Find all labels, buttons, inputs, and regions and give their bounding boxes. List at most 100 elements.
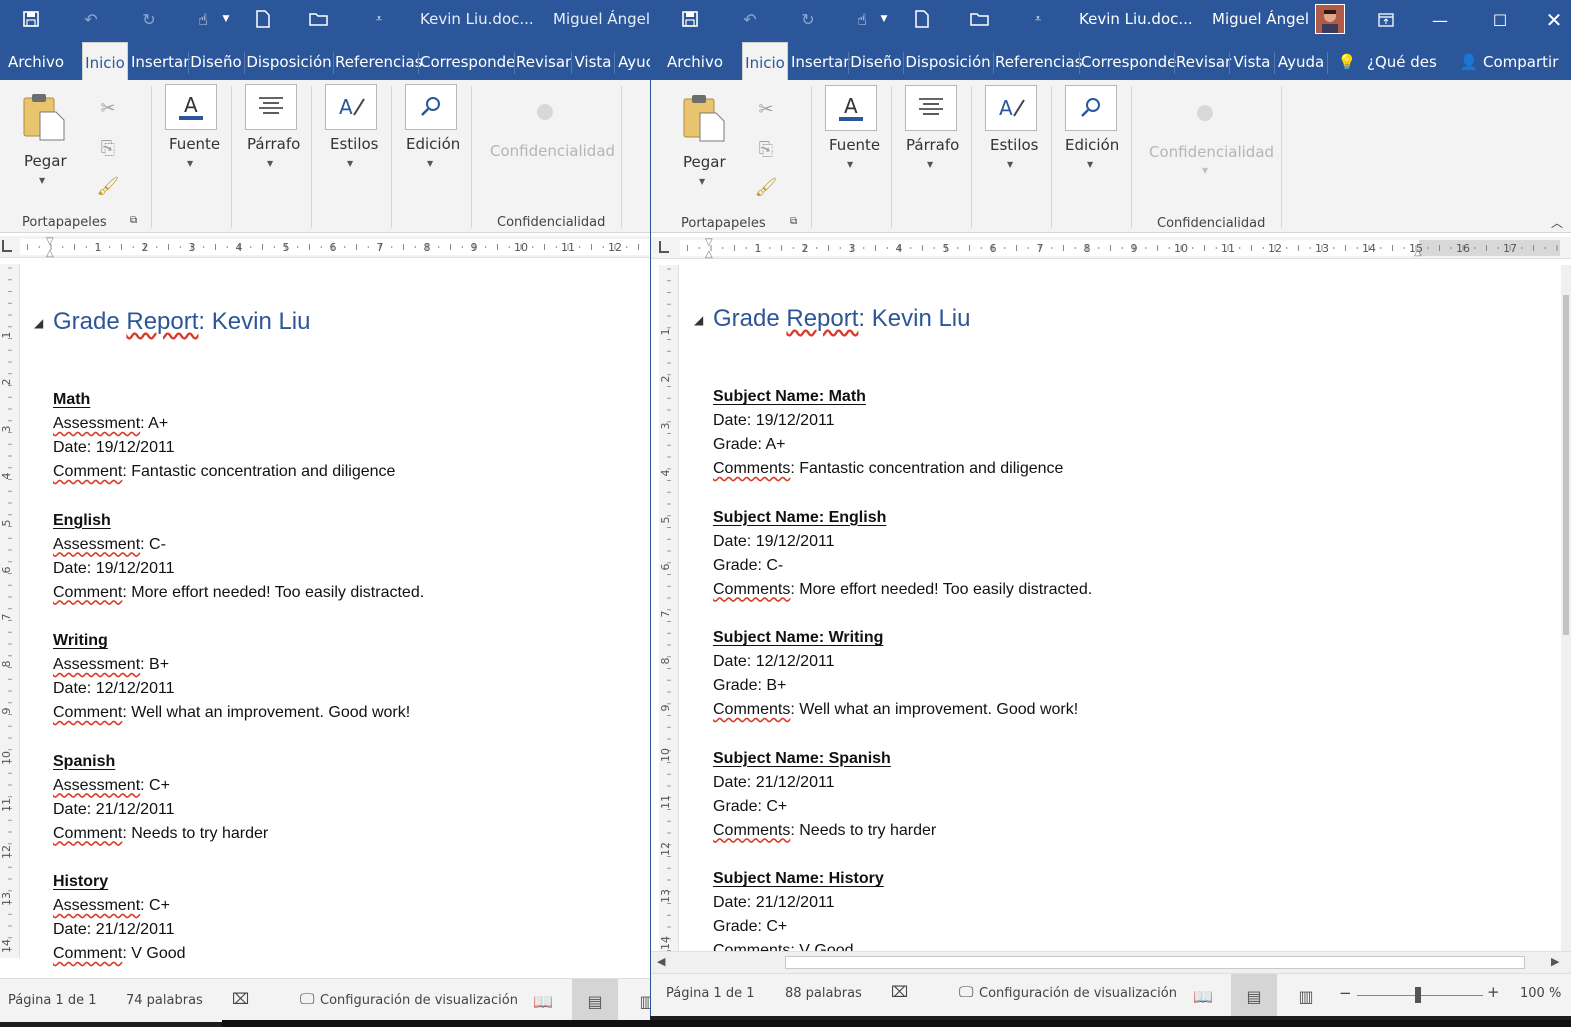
- paste-dropdown-icon[interactable]: ▼: [699, 177, 705, 186]
- customize-toolbar-icon[interactable]: ⩡: [368, 8, 390, 30]
- redo-icon[interactable]: ↻: [797, 8, 819, 30]
- paste-button-label[interactable]: Pegar: [24, 152, 67, 170]
- read-mode-icon[interactable]: 📖: [1180, 974, 1226, 1016]
- tab-revisar[interactable]: Revisar: [516, 44, 571, 80]
- subject-block[interactable]: Subject Name: Writing Date: 12/12/2011 Gra…: [713, 626, 1078, 722]
- styles-label[interactable]: Estilos: [990, 136, 1039, 154]
- collapse-heading-icon[interactable]: ◢: [694, 313, 703, 327]
- first-line-indent-marker[interactable]: ▽: [46, 236, 54, 247]
- save-icon[interactable]: [20, 8, 42, 30]
- tab-selector-icon[interactable]: [2, 240, 12, 252]
- word-count[interactable]: 88 palabras: [785, 986, 862, 1001]
- paragraph-label[interactable]: Párrafo: [906, 136, 959, 154]
- scroll-left-icon[interactable]: ◀: [657, 955, 665, 968]
- cut-icon[interactable]: ✂: [96, 96, 120, 120]
- dialog-launcher-icon[interactable]: ⧉: [790, 216, 797, 227]
- scroll-right-icon[interactable]: ▶: [1551, 955, 1559, 968]
- cut-icon[interactable]: ✂: [754, 97, 778, 121]
- font-dropdown-icon[interactable]: ▼: [847, 160, 853, 169]
- tab-vista[interactable]: Vista: [573, 44, 613, 80]
- tab-archivo[interactable]: Archivo: [4, 44, 68, 80]
- right-indent-marker[interactable]: △: [1414, 247, 1422, 258]
- left-indent-marker[interactable]: △: [705, 249, 713, 260]
- paste-button-label[interactable]: Pegar: [683, 153, 726, 171]
- paste-icon[interactable]: [682, 93, 728, 147]
- paragraph-dropdown-icon[interactable]: ▼: [267, 159, 273, 168]
- share-person-icon[interactable]: 👤: [1459, 44, 1479, 80]
- print-layout-icon[interactable]: ▤: [572, 979, 618, 1022]
- subject-block[interactable]: English Assessment: C- Date: 19/12/2011 Com…: [53, 509, 424, 605]
- tab-inicio[interactable]: Inicio: [82, 42, 128, 80]
- web-layout-icon[interactable]: ▥: [1283, 974, 1329, 1016]
- save-icon[interactable]: [679, 8, 701, 30]
- paste-dropdown-icon[interactable]: ▼: [39, 176, 45, 185]
- word-count[interactable]: 74 palabras: [126, 993, 203, 1008]
- vertical-scroll-thumb[interactable]: [1563, 295, 1569, 635]
- editing-button[interactable]: [405, 84, 457, 130]
- paragraph-dropdown-icon[interactable]: ▼: [927, 160, 933, 169]
- web-layout-icon[interactable]: ▥: [624, 979, 650, 1022]
- styles-button[interactable]: A: [985, 85, 1037, 131]
- vertical-scrollbar[interactable]: [1561, 265, 1571, 951]
- zoom-slider-thumb[interactable]: [1415, 987, 1421, 1003]
- left-indent-marker[interactable]: △: [46, 248, 54, 259]
- touch-mode-icon[interactable]: ☝: [851, 8, 873, 30]
- editing-button[interactable]: [1065, 85, 1117, 131]
- paste-icon[interactable]: [22, 92, 68, 146]
- open-folder-icon[interactable]: [969, 8, 991, 30]
- tab-disposicion[interactable]: Disposición: [246, 44, 332, 80]
- tab-vista[interactable]: Vista: [1231, 44, 1273, 80]
- collapse-ribbon-icon[interactable]: ︿: [1551, 214, 1563, 231]
- proofing-icon[interactable]: ⌧: [232, 990, 249, 1008]
- tab-archivo[interactable]: Archivo: [662, 44, 728, 80]
- styles-dropdown-icon[interactable]: ▼: [347, 159, 353, 168]
- zoom-in-icon[interactable]: +: [1487, 983, 1500, 1001]
- undo-icon[interactable]: ↶: [739, 8, 761, 30]
- tab-correspondencia[interactable]: Corresponde: [420, 44, 515, 80]
- ribbon-display-options-icon[interactable]: [1363, 0, 1409, 40]
- zoom-level[interactable]: 100 %: [1520, 986, 1561, 1001]
- horizontal-scroll-thumb[interactable]: [785, 956, 1525, 969]
- editing-dropdown-icon[interactable]: ▼: [1087, 160, 1093, 169]
- tab-ayuda[interactable]: Ayuc: [616, 44, 650, 80]
- close-icon[interactable]: ✕: [1531, 0, 1571, 40]
- user-name[interactable]: Miguel Ángel: [1212, 10, 1309, 28]
- share-button[interactable]: Compartir: [1483, 44, 1559, 80]
- display-settings-icon[interactable]: 🖵: [959, 983, 973, 1001]
- document-page[interactable]: ◢ Grade Report: Kevin Liu Subject Name: …: [680, 265, 1560, 959]
- subject-block[interactable]: Subject Name: Spanish Date: 21/12/2011 Gra…: [713, 747, 936, 843]
- subject-block[interactable]: Subject Name: English Date: 19/12/2011 Gra…: [713, 506, 1092, 602]
- print-layout-icon[interactable]: ▤: [1231, 974, 1277, 1016]
- tab-correspondencia[interactable]: Corresponde: [1081, 44, 1176, 80]
- tab-diseno[interactable]: Diseño: [850, 44, 902, 80]
- proofing-icon[interactable]: ⌧: [891, 983, 908, 1001]
- redo-icon[interactable]: ↻: [138, 8, 160, 30]
- customize-toolbar-icon[interactable]: ⩡: [1027, 8, 1049, 30]
- editing-dropdown-icon[interactable]: ▼: [427, 159, 433, 168]
- display-settings-icon[interactable]: 🖵: [300, 990, 314, 1008]
- display-settings-label[interactable]: Configuración de visualización: [320, 993, 518, 1008]
- tab-revisar[interactable]: Revisar: [1176, 44, 1231, 80]
- new-document-icon[interactable]: [252, 8, 274, 30]
- format-painter-icon[interactable]: 🖌: [754, 175, 778, 199]
- paragraph-button[interactable]: [245, 84, 297, 130]
- paragraph-button[interactable]: [905, 85, 957, 131]
- format-painter-icon[interactable]: 🖌: [96, 174, 120, 198]
- copy-icon[interactable]: ⎘: [96, 136, 120, 160]
- zoom-out-icon[interactable]: −: [1339, 984, 1352, 1002]
- display-settings-label[interactable]: Configuración de visualización: [979, 986, 1177, 1001]
- paragraph-label[interactable]: Párrafo: [247, 135, 300, 153]
- tab-disposicion[interactable]: Disposición: [905, 44, 991, 80]
- subject-block[interactable]: Writing Assessment: B+ Date: 12/12/2011 Com…: [53, 629, 410, 725]
- subject-block[interactable]: History Assessment: C+ Date: 21/12/2011 Com…: [53, 870, 186, 966]
- read-mode-icon[interactable]: 📖: [520, 979, 566, 1022]
- font-button[interactable]: A: [165, 84, 217, 130]
- document-page[interactable]: ◢ Grade Report: Kevin Liu Math Assessment…: [20, 264, 650, 962]
- touch-mode-icon[interactable]: ☝: [192, 8, 214, 30]
- collapse-heading-icon[interactable]: ◢: [34, 316, 43, 330]
- document-heading[interactable]: Grade Report: Kevin Liu: [713, 305, 971, 333]
- tab-referencias[interactable]: Referencias: [335, 44, 422, 80]
- tell-me-search[interactable]: ¿Qué des: [1367, 44, 1437, 80]
- maximize-icon[interactable]: ☐: [1477, 0, 1523, 40]
- font-button[interactable]: A: [825, 85, 877, 131]
